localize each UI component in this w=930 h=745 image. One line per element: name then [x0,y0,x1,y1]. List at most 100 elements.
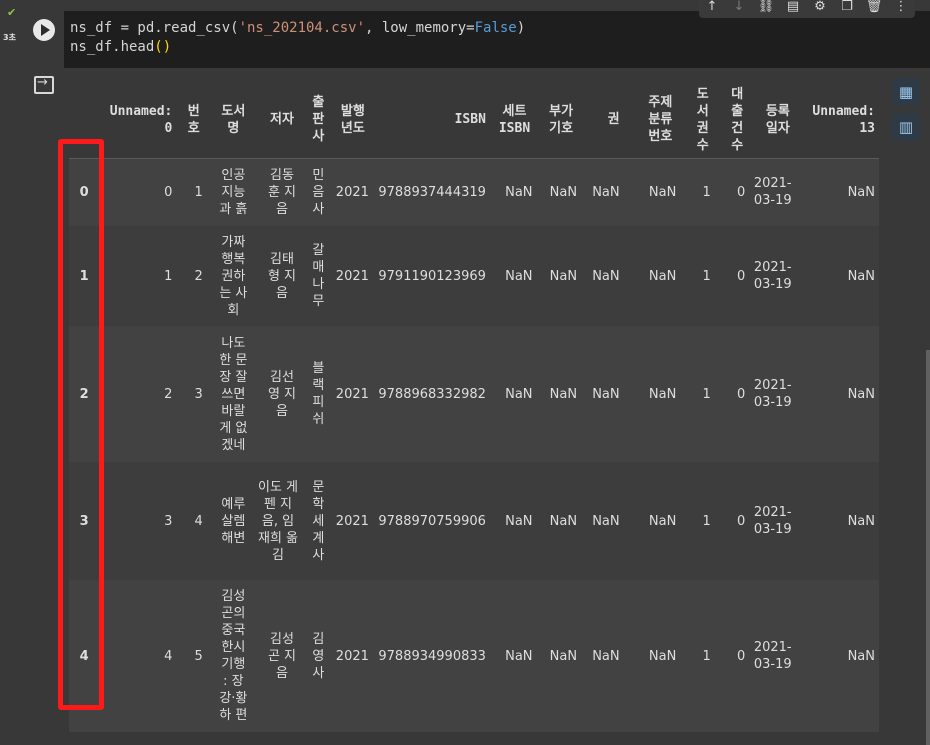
cell-title: 인공지능과 흙 [219,167,248,217]
cell-unnamed13: NaN [847,268,875,284]
cell-title: 가짜 행복 권하는 사회 [219,234,248,318]
execution-time: 3초 [3,33,16,42]
cell-no: 3 [194,386,203,402]
cell-title: 나도 한 문장 잘 쓰면 바랄 게 없겠네 [219,335,248,453]
cell-reg-date: 2021-03-19 [753,640,792,672]
cell-title: 김성곤의 중국한시기행 : 장강·황하 편 [219,589,248,723]
column-header: 권 [581,82,624,159]
trash-icon[interactable]: 🗑 [864,0,884,16]
cell-no: 5 [194,648,203,664]
cell-unnamed13: NaN [847,648,875,664]
table-row: 1 1 2 가짜 행복 권하는 사회 김태형 지음 갈매나무 2021 9791… [69,226,879,326]
link-icon[interactable]: ⛓ [756,0,776,16]
mirror-cell-icon[interactable]: ❐ [837,0,857,16]
cell-addl: NaN [549,268,578,284]
cell-isbn: 9791190123969 [378,268,486,284]
cell-year: 2021 [335,386,369,402]
dataframe-table: Unnamed: 0 번호 도서명 저자 출판사 발행년도 ISBN 세트 IS… [69,82,879,732]
cell-loans: 0 [736,386,746,402]
arrow-down-icon[interactable]: ↓ [729,0,749,16]
cell-unnamed0: 1 [164,268,173,284]
cell-vol: NaN [592,184,620,200]
column-header: 도서권수 [680,82,715,159]
cell-loans: 0 [736,268,746,284]
cell-toolbar: ↑ ↓ ⛓ ▤ ⚙ ❐ 🗑 ⋮ [699,0,915,18]
cell-addl: NaN [549,184,578,200]
column-header: 부가기호 [536,82,582,159]
cell-subject: NaN [648,268,677,284]
comment-icon[interactable]: ▤ [783,0,803,16]
cell-author: 김동훈 지음 [267,167,297,217]
cell-author: 김태형 지음 [267,251,297,301]
cell-loans: 0 [736,513,746,529]
cell-set-isbn: NaN [505,184,533,200]
cell-title: 예루살렘 해변 [221,496,246,546]
cell-unnamed13: NaN [847,386,875,402]
column-header: 대출건수 [714,82,750,159]
cell-copies: 1 [702,386,711,402]
cell-addl: NaN [549,648,578,664]
cell-author: 이도 게펜 지음, 임재희 옮김 [257,479,298,563]
column-header: 저자 [253,82,302,159]
cell-unnamed0: 4 [164,648,173,664]
chart-icon[interactable]: ▥ [892,113,920,141]
cell-addl: NaN [549,513,578,529]
cell-unnamed0: 3 [164,513,173,529]
cell-no: 2 [194,268,203,284]
cell-no: 1 [194,184,203,200]
column-header: 도서명 [206,82,254,159]
arrow-up-icon[interactable]: ↑ [702,0,722,16]
cell-author: 김선영 지음 [267,369,297,419]
cell-set-isbn: NaN [505,268,533,284]
cell-loans: 0 [736,648,746,664]
cell-author: 김성곤 지음 [267,631,297,681]
table-row: 0 0 1 인공지능과 흙 김동훈 지음 민음사 2021 9788937444… [69,158,879,226]
cell-unnamed13: NaN [847,184,875,200]
cell-isbn: 9788934990833 [378,648,486,664]
cell-reg-date: 2021-03-19 [753,505,792,537]
more-icon[interactable]: ⋮ [891,0,911,16]
cell-year: 2021 [335,184,369,200]
cell-isbn: 9788970759906 [378,513,486,529]
column-header: ISBN [372,82,490,159]
cell-unnamed13: NaN [847,513,875,529]
column-header: 세트 ISBN [489,82,537,159]
column-header: 발행년도 [330,82,373,159]
code-editor[interactable]: ns_df = pd.read_csv('ns_202104.csv', low… [64,11,930,68]
cell-set-isbn: NaN [505,513,533,529]
cell-subject: NaN [648,513,677,529]
column-header: Unnamed: 0 [99,82,177,159]
cell-copies: 1 [702,184,711,200]
code-line-1: ns_df = pd.read_csv('ns_202104.csv', low… [70,20,526,36]
column-header: 번호 [176,82,207,159]
cell-vol: NaN [592,268,620,284]
cell-copies: 1 [702,513,711,529]
column-header: 등록일자 [749,82,798,159]
cell-unnamed0: 2 [164,386,173,402]
gear-icon[interactable]: ⚙ [810,0,830,16]
cell-reg-date: 2021-03-19 [753,260,792,292]
column-header: Unnamed: 13 [797,82,879,159]
cell-year: 2021 [335,648,369,664]
code-line-2: ns_df.head() [70,39,172,55]
table-row: 4 4 5 김성곤의 중국한시기행 : 장강·황하 편 김성곤 지음 김영사 2… [69,580,879,732]
index-highlight-box [58,139,104,710]
cell-isbn: 9788968332982 [378,386,486,402]
run-cell-button[interactable] [33,19,55,41]
cell-subject: NaN [648,386,677,402]
cell-copies: 1 [702,268,711,284]
cell-vol: NaN [592,513,620,529]
cell-vol: NaN [592,648,620,664]
cell-publisher: 블랙피쉬 [312,361,325,427]
table-icon[interactable]: ▦ [892,78,920,106]
cell-year: 2021 [335,268,369,284]
scrollbar[interactable] [926,350,930,745]
output-actions-icon[interactable] [34,75,54,94]
cell-year: 2021 [335,513,369,529]
table-header-row: Unnamed: 0 번호 도서명 저자 출판사 발행년도 ISBN 세트 IS… [69,82,879,159]
cell-copies: 1 [702,648,711,664]
cell-publisher: 김영사 [312,631,325,681]
cell-no: 4 [194,513,203,529]
column-header: 출판사 [301,82,331,159]
cell-set-isbn: NaN [505,386,533,402]
